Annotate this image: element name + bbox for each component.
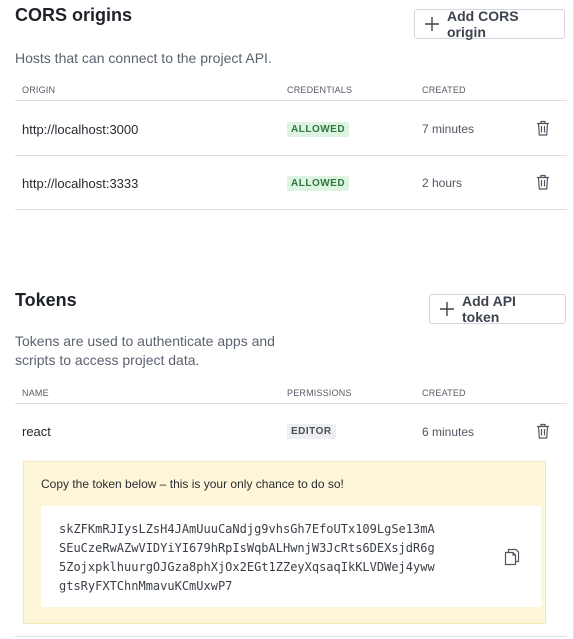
- trash-icon[interactable]: [536, 423, 550, 439]
- cors-section: CORS origins Add CORS origin Hosts that …: [15, 0, 567, 215]
- origin-cell: http://localhost:3333: [22, 176, 139, 191]
- column-header-created: CREATED: [422, 388, 466, 398]
- column-header-name: NAME: [22, 388, 49, 398]
- created-cell: 7 minutes: [422, 122, 475, 136]
- add-api-token-label: Add API token: [462, 293, 516, 325]
- created-cell: 6 minutes: [422, 425, 475, 439]
- token-name-cell: react: [22, 424, 51, 439]
- permissions-badge: EDITOR: [287, 424, 336, 439]
- token-value-box[interactable]: skZFKmRJIysLZsH4JAmUuuCaNdjg9vhsGh7EfoUT…: [41, 506, 541, 607]
- token-notice-message: Copy the token below – this is your only…: [41, 477, 344, 491]
- row-divider: [15, 155, 567, 156]
- cors-description: Hosts that can connect to the project AP…: [15, 50, 272, 66]
- credentials-badge: ALLOWED: [287, 176, 350, 191]
- tokens-title: Tokens: [15, 290, 77, 310]
- add-cors-origin-button[interactable]: Add CORS origin: [414, 8, 565, 40]
- token-line: skZFKmRJIysLZsH4JAmUuuCaNdjg9vhsGh7EfoUT…: [59, 522, 435, 536]
- table-header-divider: [15, 403, 567, 404]
- plus-icon: [423, 15, 441, 33]
- trash-icon[interactable]: [536, 174, 550, 190]
- add-cors-origin-label: Add CORS origin: [447, 8, 519, 40]
- column-header-origin: ORIGIN: [22, 85, 56, 95]
- token-notice: Copy the token below – this is your only…: [23, 461, 546, 624]
- created-cell: 2 hours: [422, 176, 463, 190]
- cors-title: CORS origins: [15, 5, 133, 25]
- tokens-description-line1: Tokens are used to authenticate apps and: [15, 333, 275, 349]
- credentials-badge: ALLOWED: [287, 122, 350, 137]
- trash-icon[interactable]: [536, 120, 550, 136]
- column-header-permissions: PERMISSIONS: [287, 388, 352, 398]
- table-header-divider: [15, 100, 567, 101]
- token-line: gtsRyFXTChnMmavuKCmUxwP7: [59, 579, 233, 593]
- plus-icon: [438, 300, 456, 318]
- row-divider: [15, 209, 567, 210]
- section-bottom-divider: [15, 636, 567, 637]
- copy-icon[interactable]: [504, 548, 520, 566]
- tokens-description-line2: scripts to access project data.: [15, 352, 200, 368]
- token-line: 5ZojxpklhuurgOJGza8phXjOx2EGt1ZZeyXqsaqI…: [59, 560, 435, 574]
- column-header-created: CREATED: [422, 85, 466, 95]
- token-value[interactable]: skZFKmRJIysLZsH4JAmUuuCaNdjg9vhsGh7EfoUT…: [59, 520, 479, 596]
- token-line: SEuCzeRwAZwVIDYiYI679hRpIsWqbALHwnjW3JcR…: [59, 541, 435, 555]
- add-api-token-button[interactable]: Add API token: [429, 293, 566, 325]
- origin-cell: http://localhost:3000: [22, 122, 139, 137]
- column-header-credentials: CREDENTIALS: [287, 85, 353, 95]
